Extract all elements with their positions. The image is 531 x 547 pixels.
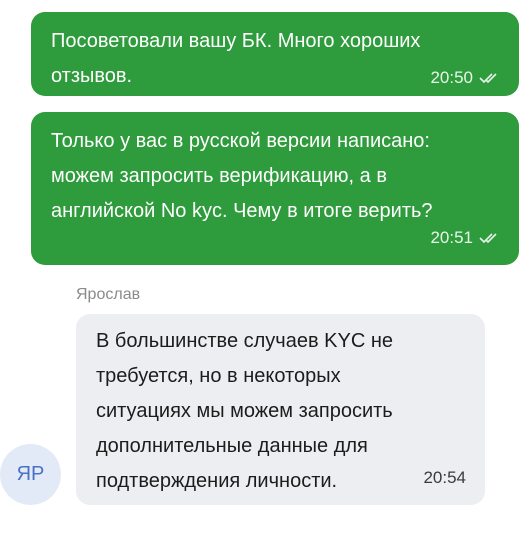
message-meta: 20:51	[430, 228, 499, 248]
double-check-icon	[479, 72, 499, 84]
message-text: Только у вас в русской версии написано: …	[51, 130, 433, 222]
message-time: 20:50	[430, 68, 473, 87]
outgoing-message[interactable]: Только у вас в русской версии написано: …	[31, 112, 519, 265]
message-meta: 20:50	[430, 68, 499, 88]
outgoing-message[interactable]: Посоветовали вашу БК. Много хороших отзы…	[31, 12, 519, 96]
avatar[interactable]: ЯР	[0, 444, 61, 505]
message-time: 20:51	[430, 228, 473, 247]
message-text: В большинстве случаев KYC не требуется, …	[96, 330, 393, 492]
sender-name[interactable]: Ярослав	[76, 286, 140, 304]
incoming-message[interactable]: В большинстве случаев KYC не требуется, …	[76, 314, 485, 505]
chat-view: Посоветовали вашу БК. Много хороших отзы…	[0, 0, 531, 547]
double-check-icon	[479, 232, 499, 244]
message-time: 20:54	[423, 468, 466, 487]
avatar-initials: ЯР	[16, 463, 45, 485]
